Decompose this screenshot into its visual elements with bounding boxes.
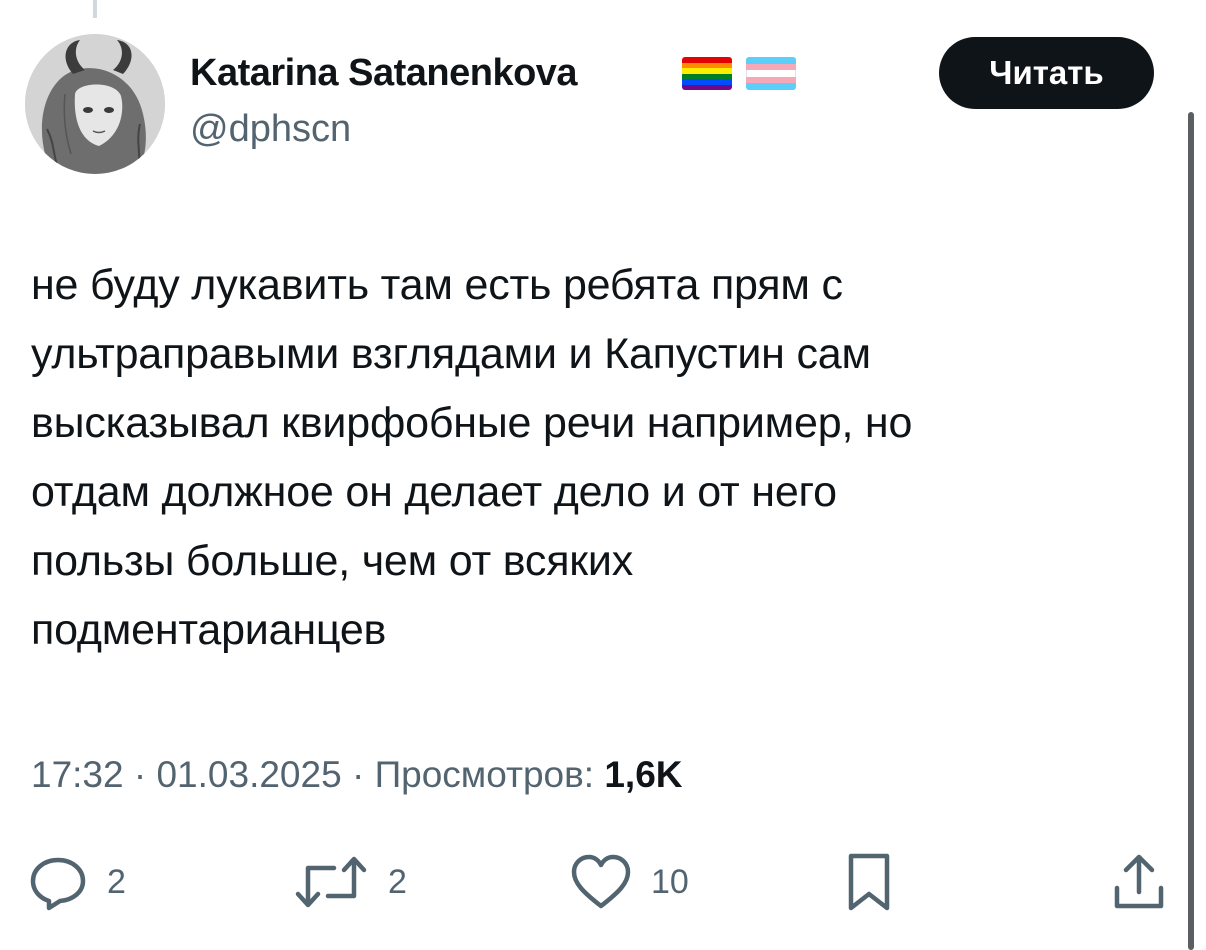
bookmark-icon xyxy=(848,853,890,911)
bookmark-button[interactable] xyxy=(843,852,895,912)
tweet-date[interactable]: 01.03.2025 xyxy=(156,754,341,795)
views-label: Просмотров: xyxy=(374,754,595,795)
retweet-count: 2 xyxy=(388,862,407,901)
follow-button[interactable]: Читать xyxy=(939,37,1154,109)
tweet-text: не буду лукавить там есть ребята прям с … xyxy=(31,251,1151,665)
meta-separator: · xyxy=(123,754,157,795)
like-count: 10 xyxy=(651,862,689,901)
views-count: 1,6K xyxy=(604,754,683,795)
author-handle[interactable]: @dphscn xyxy=(190,106,351,152)
reply-count: 2 xyxy=(107,862,126,901)
author-display-name[interactable]: Katarina Satanenkova xyxy=(190,50,578,96)
reply-icon xyxy=(30,857,86,911)
tweet-text-line: подментарианцев xyxy=(31,606,387,654)
rainbow-pride-flag-icon xyxy=(682,57,732,90)
tweet-text-line: пользы больше, чем от всяких xyxy=(31,537,634,585)
transgender-flag-icon xyxy=(746,57,796,90)
tweet-time[interactable]: 17:32 xyxy=(31,754,124,795)
tweet-metadata: 17:32 · 01.03.2025 · Просмотров: 1,6K xyxy=(31,750,683,800)
tweet-text-line: высказывал квирфобные речи например, но xyxy=(31,399,913,447)
avatar[interactable] xyxy=(25,34,165,174)
thread-connector xyxy=(93,0,97,18)
share-button[interactable] xyxy=(1111,852,1167,912)
heart-icon xyxy=(571,854,631,909)
like-button[interactable]: 10 xyxy=(569,852,689,912)
retweet-icon xyxy=(295,856,367,908)
tweet-text-line: ультраправыми взглядами и Капустин сам xyxy=(31,330,871,378)
reply-button[interactable]: 2 xyxy=(27,852,126,912)
tweet-text-line: отдам должное он делает дело и от него xyxy=(31,468,837,516)
author-flags xyxy=(682,57,796,90)
tweet-detail: Katarina Satanenkova @dphscn Читать не б… xyxy=(0,0,1206,950)
meta-separator: · xyxy=(341,754,375,795)
avatar-image xyxy=(25,34,165,174)
share-icon xyxy=(1114,854,1164,909)
retweet-button[interactable]: 2 xyxy=(292,852,407,912)
scrollbar[interactable] xyxy=(1188,112,1194,950)
tweet-text-line: не буду лукавить там есть ребята прям с xyxy=(31,261,843,309)
